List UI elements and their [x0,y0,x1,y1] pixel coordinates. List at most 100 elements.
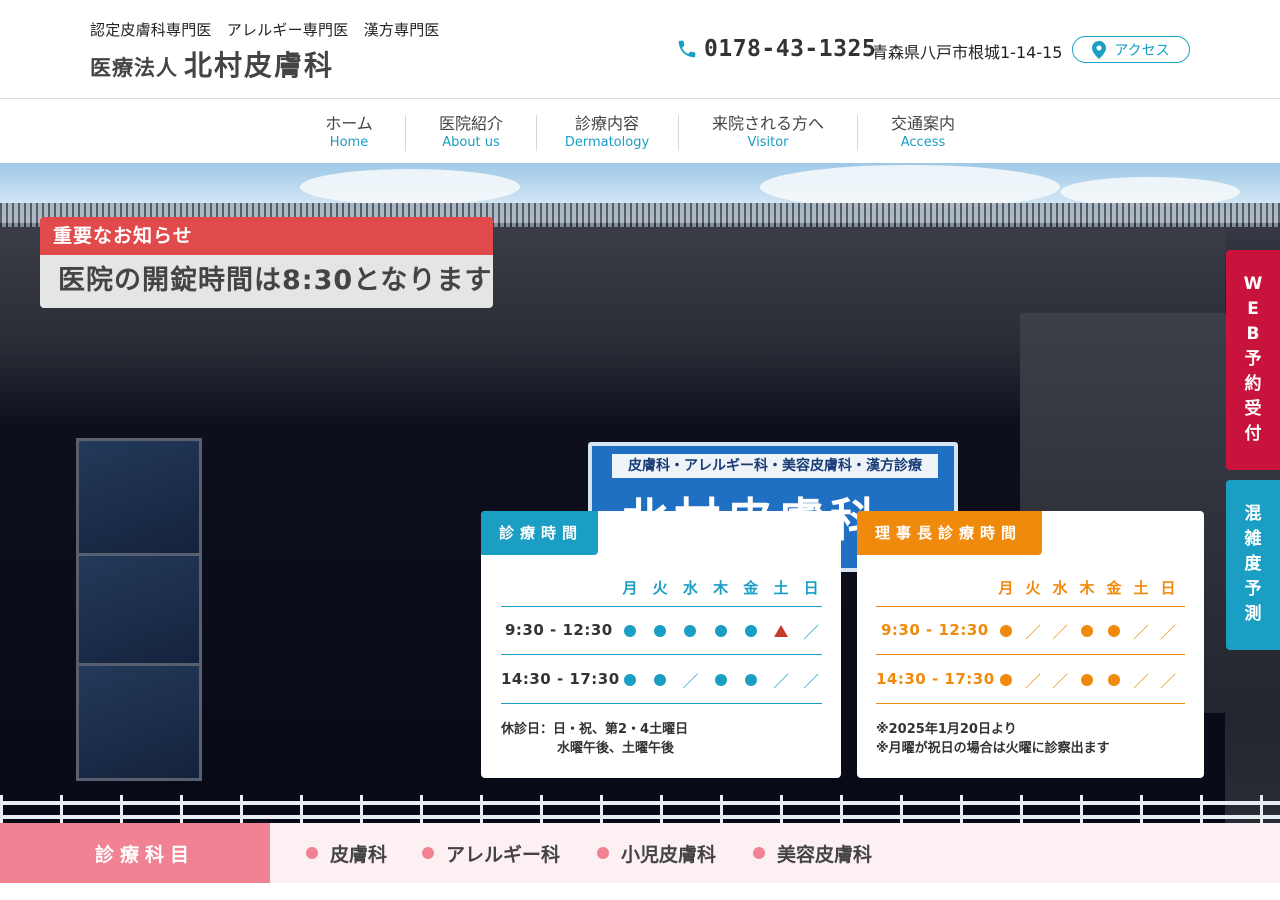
availability-mark: ／ [799,671,823,691]
department-item[interactable]: アレルギー科 [422,841,561,866]
web-reservation-char: 約 [1244,374,1262,394]
department-item[interactable]: 小児皮膚科 [597,841,717,866]
open-dot-icon [1108,625,1120,637]
time-slot-label: 14:30 - 17:30 [876,670,995,688]
availability-mark: ／ [1048,622,1072,642]
weekday-label: 土 [773,579,789,597]
department-name: 小児皮膚科 [621,843,717,866]
weekday-label: 木 [1079,579,1095,597]
congestion-char: 度 [1244,554,1262,574]
congestion-char: 混 [1244,504,1262,524]
important-notice[interactable]: 重要なお知らせ 医院の開錠時間は8:30となります [40,217,493,308]
cloud-shape [300,169,520,205]
access-button[interactable]: アクセス [1072,36,1190,63]
open-dot-icon [1000,625,1012,637]
weekday-label: 水 [682,579,698,597]
department-name: アレルギー科 [446,843,561,866]
map-pin-icon [1092,40,1107,59]
closed-slash-icon: ／ [803,672,820,691]
bullet-dot [753,847,765,859]
open-dot-icon [654,674,667,686]
phone-number-link[interactable]: 0178-43-1325 [676,34,876,64]
availability-mark [618,671,642,689]
nav-item-visitor[interactable]: 来院される方へ Visitor [698,115,838,151]
weekday-label: 金 [1106,579,1122,597]
weekday-label: 火 [652,579,668,597]
schedule-note: ※2025年1月20日より [876,722,1017,737]
web-reservation-char: 受 [1244,399,1262,419]
congestion-char: 予 [1244,579,1262,599]
availability-mark: ／ [1129,671,1153,691]
partial-triangle-icon [774,625,788,637]
building-window [76,438,202,556]
nav-divider [678,115,679,151]
signboard-subtitle: 皮膚科・アレルギー科・美容皮膚科・漢方診療 [612,454,938,478]
weekday-label: 水 [1052,579,1068,597]
bullet-dot [422,847,434,859]
closed-slash-icon: ／ [1132,672,1149,691]
web-reservation-tab[interactable]: WEB予約受付 [1226,250,1280,470]
availability-mark [648,622,672,640]
open-dot-icon [1000,674,1012,686]
congestion-forecast-tab[interactable]: 混雑度予測 [1226,480,1280,650]
closed-slash-icon: ／ [803,623,820,642]
nav-item-access[interactable]: 交通案内 Access [877,115,969,151]
closed-slash-icon: ／ [1024,623,1041,642]
table-rule [876,703,1185,704]
title-prefix: 医療法人 [90,56,178,80]
access-label: アクセス [1114,42,1170,59]
main-nav: ホーム Home 医院紹介 About us 診療内容 Dermatology … [0,99,1280,163]
closed-slash-icon: ／ [1159,672,1176,691]
table-rule [876,654,1185,655]
open-dot-icon [684,625,697,637]
availability-mark [1102,622,1126,640]
header-subtitle: 認定皮膚科専門医 アレルギー専門医 漢方専門医 [90,21,440,39]
schedule-note: 休診日：日・祝、第2・4土曜日 [501,722,689,737]
availability-mark: ／ [1021,671,1045,691]
nav-label-ja: 医院紹介 [438,114,503,133]
availability-mark [1102,671,1126,689]
availability-mark [1075,622,1099,640]
availability-mark [709,622,733,640]
nav-label-ja: 来院される方へ [711,114,824,133]
availability-mark [994,671,1018,689]
department-item[interactable]: 皮膚科 [306,841,387,866]
weekday-label: 木 [713,579,729,597]
closed-slash-icon: ／ [1024,672,1041,691]
nav-label-en: Dermatology [564,135,650,150]
availability-mark [1075,671,1099,689]
weekday-label: 日 [803,579,819,597]
site-logo-title[interactable]: 医療法人 北村皮膚科 [90,44,334,84]
web-reservation-char: B [1246,324,1260,344]
phone-icon [678,40,696,58]
weekday-label: 火 [1025,579,1041,597]
site-header: 認定皮膚科専門医 アレルギー専門医 漢方専門医 医療法人 北村皮膚科 0178-4… [0,0,1280,99]
nav-item-about[interactable]: 医院紹介 About us [425,115,517,151]
clinic-hours-title: 診療時間 [481,511,598,555]
weekday-label: 月 [998,579,1014,597]
nav-label-ja: 診療内容 [574,114,639,133]
availability-mark [739,622,763,640]
open-dot-icon [624,674,636,686]
department-item[interactable]: 美容皮膚科 [753,841,872,866]
weekday-label: 金 [743,579,759,597]
closed-slash-icon: ／ [1051,623,1068,642]
nav-label-en: About us [442,135,500,150]
web-reservation-char: W [1243,274,1263,294]
nav-label-en: Access [900,135,946,150]
nav-item-dermatology[interactable]: 診療内容 Dermatology [557,115,657,151]
availability-mark: ／ [1048,671,1072,691]
closed-slash-icon: ／ [772,672,789,691]
address-text: 青森県八戸市根城1-14-15 [872,43,1063,62]
web-reservation-char: E [1247,299,1259,319]
nav-item-home[interactable]: ホーム Home [313,115,385,151]
availability-mark [618,622,642,640]
availability-mark [678,622,702,640]
building-window [76,663,202,781]
title-main: 北村皮膚科 [184,49,335,82]
table-rule [501,606,822,607]
open-dot-icon [1108,674,1120,686]
closed-slash-icon: ／ [1051,672,1068,691]
nav-divider [857,115,858,151]
nav-label-en: Visitor [747,135,789,150]
